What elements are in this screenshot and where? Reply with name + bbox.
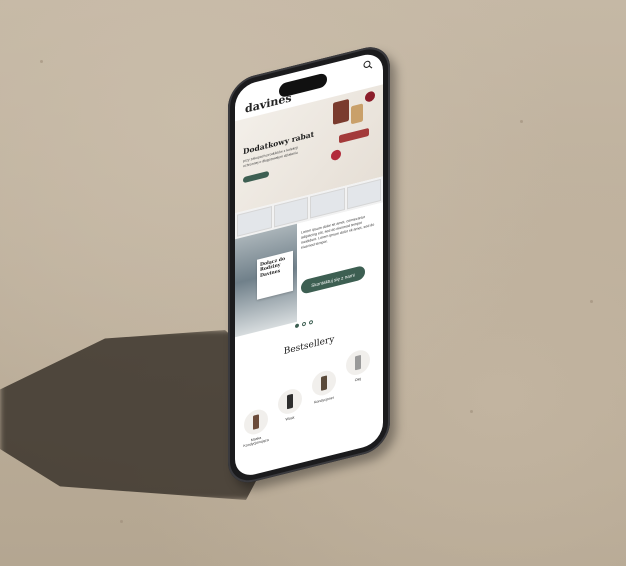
fruit-image (365, 90, 375, 103)
hero-cta-button[interactable] (243, 170, 269, 184)
promo-card: Dołącz do Rodziny Davines (257, 250, 293, 300)
carousel-dot[interactable] (309, 319, 313, 325)
salon-photo: Dołącz do Rodziny Davines (235, 223, 297, 338)
bestsellers-list: Maska Kondycjonująca Wosk Kondycjoner Ol… (241, 346, 377, 460)
ground-speck (470, 410, 473, 413)
product-card[interactable]: Kondycjoner (309, 367, 339, 406)
product-name: Maska Kondycjonująca (243, 435, 269, 449)
ground-speck (40, 60, 43, 63)
product-image (244, 407, 268, 438)
phone-mockup: davines Dodatkowy rabat przy zakupach pr… (228, 41, 390, 489)
carousel-dot[interactable] (295, 323, 299, 329)
product-image (312, 368, 336, 399)
search-icon[interactable] (363, 59, 373, 71)
phone-frame: davines Dodatkowy rabat przy zakupach pr… (228, 41, 390, 489)
product-card[interactable]: Olej (343, 347, 373, 386)
product-bottle-icon (321, 375, 327, 391)
ground-speck (520, 120, 523, 123)
product-bottle-icon (287, 393, 293, 410)
carousel-dot[interactable] (302, 321, 306, 327)
ground-speck (120, 520, 123, 523)
product-name: Wosk (285, 415, 295, 422)
product-bottle-icon (253, 414, 259, 430)
product-bottle-icon (355, 354, 361, 371)
promo-card-title: Dołącz do Rodziny Davines (260, 256, 286, 279)
phone-screen: davines Dodatkowy rabat przy zakupach pr… (235, 50, 383, 480)
ground-speck (590, 300, 593, 303)
fruit-image (331, 148, 341, 162)
product-card[interactable]: Wosk (275, 386, 305, 425)
product-name: Olej (354, 376, 362, 383)
product-card[interactable]: Maska Kondycjonująca (241, 406, 271, 449)
product-bottle-image (333, 98, 349, 125)
product-image (346, 347, 370, 378)
contact-us-button[interactable]: Skontaktuj się z nami (301, 264, 365, 295)
product-name: Kondycjoner (314, 395, 334, 405)
product-bottle-image (351, 103, 363, 125)
product-tube-image (339, 127, 369, 144)
product-image (278, 386, 302, 417)
